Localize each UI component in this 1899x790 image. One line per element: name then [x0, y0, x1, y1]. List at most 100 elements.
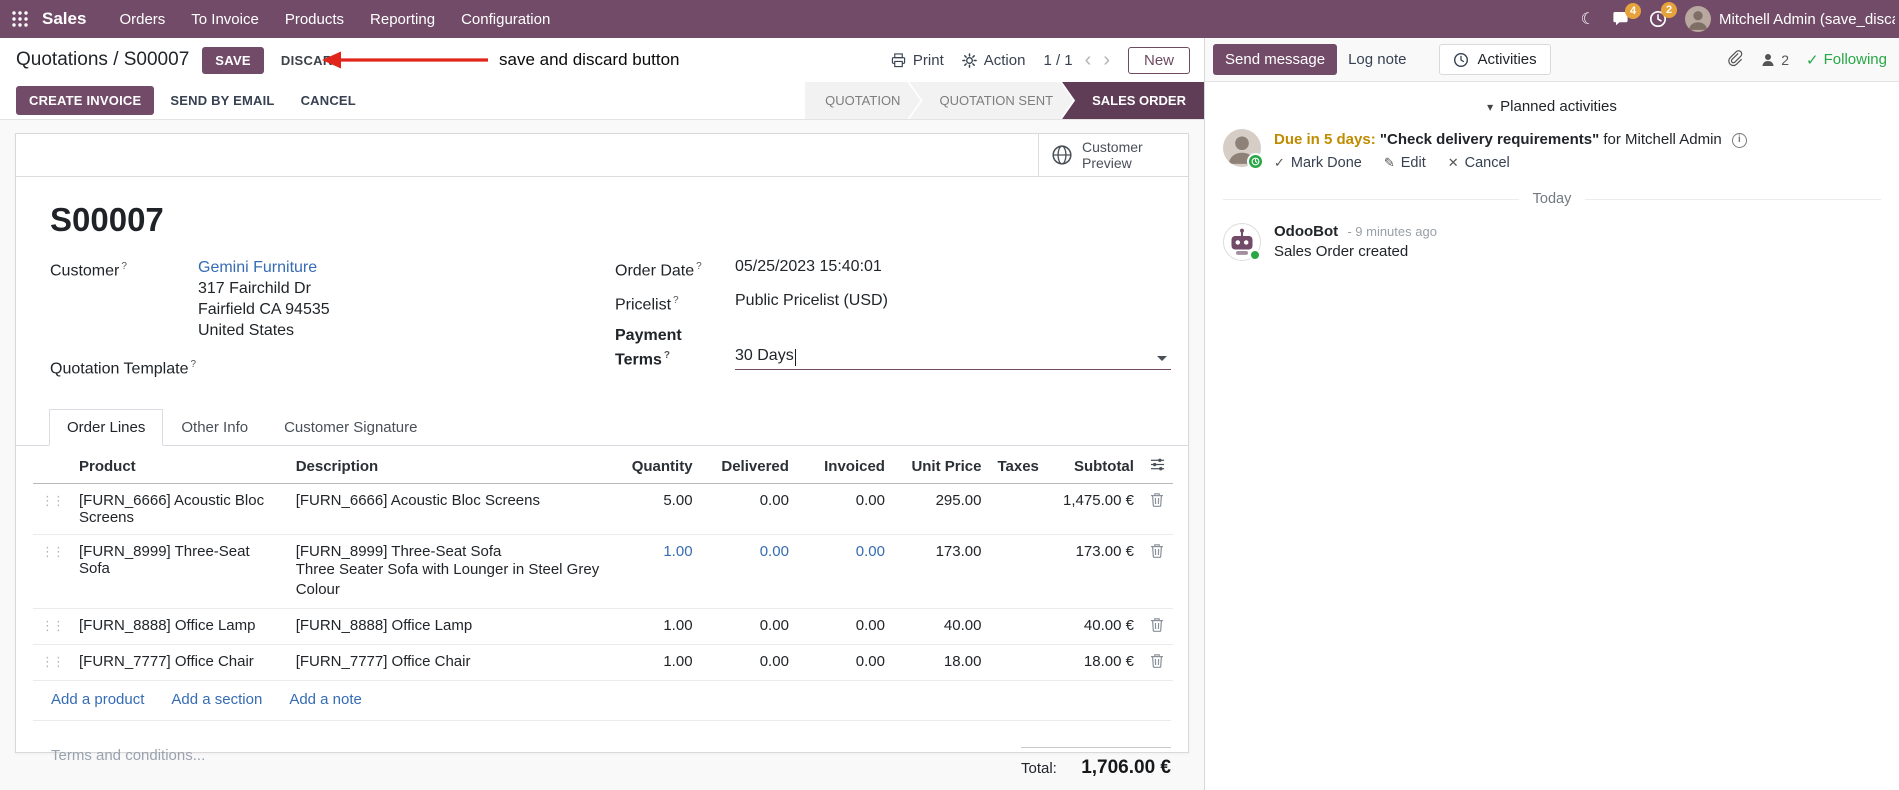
menu-to-invoice[interactable]: To Invoice [178, 0, 272, 38]
dropdown-caret-icon[interactable] [1157, 355, 1167, 361]
cell-unit-price[interactable]: 18.00 [892, 644, 990, 682]
send-message-button[interactable]: Send message [1213, 44, 1338, 75]
add-section-link[interactable]: Add a section [171, 691, 262, 708]
drag-handle-icon[interactable]: ⋮⋮ [41, 654, 65, 669]
pricelist-input[interactable]: Public Pricelist (USD) [735, 291, 888, 315]
terms-placeholder[interactable]: Terms and conditions... [51, 747, 205, 764]
discard-button[interactable]: DISCARD [273, 47, 350, 74]
cell-product[interactable]: [FURN_8888] Office Lamp [71, 608, 288, 646]
status-quotation[interactable]: QUOTATION [805, 82, 920, 119]
create-invoice-button[interactable]: CREATE INVOICE [16, 86, 155, 115]
cell-product[interactable]: [FURN_6666] Acoustic Bloc Screens [71, 483, 288, 536]
action-button[interactable]: Action [961, 52, 1025, 69]
send-by-email-button[interactable]: SEND BY EMAIL [160, 86, 284, 115]
col-quantity[interactable]: Quantity [618, 448, 701, 485]
cell-invoiced[interactable]: 0.00 [796, 608, 893, 646]
col-unit-price[interactable]: Unit Price [892, 448, 990, 485]
status-quotation-sent[interactable]: QUOTATION SENT [909, 82, 1073, 119]
help-icon[interactable]: ? [696, 261, 702, 272]
cell-description[interactable]: [FURN_8999] Three-Seat Sofa Three Seater … [287, 534, 619, 610]
table-row[interactable]: ⋮⋮ [FURN_6666] Acoustic Bloc Screens [FU… [33, 483, 1173, 536]
cell-delivered[interactable]: 0.00 [700, 644, 797, 682]
tab-order-lines[interactable]: Order Lines [49, 409, 164, 447]
cell-unit-price[interactable]: 40.00 [892, 608, 990, 646]
messages-systray[interactable]: 4 [1613, 2, 1641, 28]
cell-taxes[interactable] [989, 483, 1047, 536]
help-icon[interactable]: ? [121, 261, 127, 272]
cell-unit-price[interactable]: 295.00 [892, 483, 990, 536]
planned-activities-header[interactable]: ▾ Planned activities [1205, 98, 1899, 115]
cell-delivered[interactable]: 0.00 [700, 608, 797, 646]
menu-orders[interactable]: Orders [106, 0, 178, 38]
breadcrumb-quotations-link[interactable]: Quotations [16, 49, 108, 70]
delete-row-icon[interactable] [1150, 492, 1164, 510]
menu-reporting[interactable]: Reporting [357, 0, 448, 38]
cell-description[interactable]: [FURN_6666] Acoustic Bloc Screens [287, 483, 619, 536]
cell-invoiced[interactable]: 0.00 [796, 534, 893, 610]
help-icon[interactable]: ? [673, 295, 679, 306]
cell-quantity[interactable]: 5.00 [618, 483, 701, 536]
customer-link[interactable]: Gemini Furniture [198, 257, 330, 278]
apps-menu-icon[interactable] [0, 0, 40, 38]
app-brand[interactable]: Sales [42, 9, 86, 29]
new-button[interactable]: New [1127, 46, 1190, 74]
message-author[interactable]: OdooBot [1274, 223, 1338, 240]
menu-products[interactable]: Products [272, 0, 357, 38]
cell-quantity[interactable]: 1.00 [618, 644, 701, 682]
cancel-button[interactable]: CANCEL [291, 86, 366, 115]
attachments-icon[interactable] [1726, 49, 1743, 70]
cell-unit-price[interactable]: 173.00 [892, 534, 990, 610]
delete-row-icon[interactable] [1150, 617, 1164, 635]
log-note-button[interactable]: Log note [1337, 44, 1417, 75]
add-note-link[interactable]: Add a note [289, 691, 362, 708]
pager-prev-icon[interactable]: ‹ [1085, 50, 1092, 70]
col-product[interactable]: Product [71, 448, 288, 485]
menu-configuration[interactable]: Configuration [448, 0, 563, 38]
cell-taxes[interactable] [989, 608, 1047, 646]
print-button[interactable]: Print [891, 52, 944, 69]
followers-button[interactable]: 2 [1760, 52, 1789, 68]
tab-customer-signature[interactable]: Customer Signature [266, 409, 435, 446]
col-subtotal[interactable]: Subtotal [1046, 448, 1142, 485]
cell-delivered[interactable]: 0.00 [700, 483, 797, 536]
edit-activity-button[interactable]: ✎ Edit [1384, 155, 1426, 171]
col-delivered[interactable]: Delivered [700, 448, 797, 485]
save-button[interactable]: SAVE [202, 46, 264, 74]
cell-product[interactable]: [FURN_7777] Office Chair [71, 644, 288, 682]
mark-done-button[interactable]: ✓ Mark Done [1274, 155, 1362, 171]
cell-description[interactable]: [FURN_8888] Office Lamp [287, 608, 619, 646]
drag-handle-icon[interactable]: ⋮⋮ [41, 618, 65, 633]
drag-handle-icon[interactable]: ⋮⋮ [41, 493, 65, 508]
status-sales-order[interactable]: SALES ORDER [1062, 82, 1204, 119]
pager-next-icon[interactable]: › [1103, 50, 1110, 70]
col-description[interactable]: Description [287, 448, 619, 485]
cell-description[interactable]: [FURN_7777] Office Chair [287, 644, 619, 682]
cell-product[interactable]: [FURN_8999] Three-Seat Sofa [71, 534, 288, 610]
delete-row-icon[interactable] [1150, 653, 1164, 671]
cell-invoiced[interactable]: 0.00 [796, 483, 893, 536]
col-invoiced[interactable]: Invoiced [796, 448, 893, 485]
add-product-link[interactable]: Add a product [51, 691, 144, 708]
user-menu[interactable]: Mitchell Admin (save_discar [1685, 6, 1895, 32]
cell-invoiced[interactable]: 0.00 [796, 644, 893, 682]
payment-terms-input[interactable]: 30 Days [735, 326, 1171, 370]
cancel-activity-button[interactable]: ✕ Cancel [1448, 155, 1510, 171]
activities-tab[interactable]: Activities [1439, 44, 1551, 75]
customer-preview-button[interactable]: Customer Preview [1038, 134, 1188, 176]
cell-taxes[interactable] [989, 534, 1047, 610]
drag-handle-icon[interactable]: ⋮⋮ [41, 544, 65, 559]
cell-delivered[interactable]: 0.00 [700, 534, 797, 610]
col-taxes[interactable]: Taxes [989, 448, 1047, 485]
table-row[interactable]: ⋮⋮ [FURN_8888] Office Lamp [FURN_8888] O… [33, 608, 1173, 646]
tab-other-info[interactable]: Other Info [163, 409, 266, 446]
dark-mode-toggle[interactable]: ☾ [1581, 9, 1595, 29]
info-icon[interactable]: i [1731, 132, 1747, 148]
optional-columns-icon[interactable] [1150, 457, 1165, 475]
cell-taxes[interactable] [989, 644, 1047, 682]
help-icon[interactable]: ? [664, 350, 670, 361]
cell-quantity[interactable]: 1.00 [618, 608, 701, 646]
table-row[interactable]: ⋮⋮ [FURN_8999] Three-Seat Sofa [FURN_899… [33, 534, 1173, 610]
activities-systray[interactable]: 2 [1649, 2, 1677, 28]
order-date-input[interactable]: 05/25/2023 15:40:01 [735, 257, 882, 281]
table-row[interactable]: ⋮⋮ [FURN_7777] Office Chair [FURN_7777] … [33, 644, 1173, 682]
